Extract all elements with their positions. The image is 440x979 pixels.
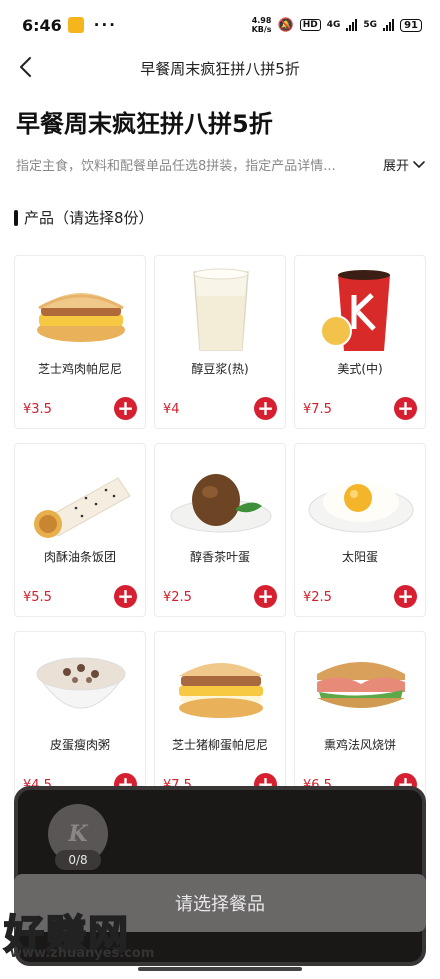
network-4g-label: 4G bbox=[326, 20, 341, 30]
network-5g-label: 5G bbox=[363, 20, 378, 30]
expand-label: 展开 bbox=[382, 159, 409, 174]
watermark-url: www.zhuanyes.com bbox=[10, 946, 155, 961]
status-time: 6:46 bbox=[22, 15, 62, 35]
coffee-cup-icon bbox=[306, 264, 416, 356]
tea-egg-icon bbox=[166, 452, 276, 544]
more-notifications-icon: ··· bbox=[93, 16, 117, 34]
product-price: ¥5.5 bbox=[23, 590, 52, 605]
product-name: 美式(中) bbox=[337, 362, 383, 376]
product-name: 醇香茶叶蛋 bbox=[189, 550, 250, 564]
add-button[interactable]: + bbox=[254, 397, 277, 420]
product-card[interactable]: 太阳蛋 ¥2.5 + bbox=[294, 443, 426, 617]
fried-egg-icon bbox=[306, 452, 416, 544]
product-card[interactable]: 芝士鸡肉帕尼尼 ¥3.5 + bbox=[14, 255, 146, 429]
product-name: 太阳蛋 bbox=[341, 550, 378, 564]
soy-milk-icon bbox=[166, 264, 276, 356]
add-button[interactable]: + bbox=[114, 585, 137, 608]
product-name: 芝士鸡肉帕尼尼 bbox=[37, 362, 122, 376]
home-indicator[interactable] bbox=[138, 967, 302, 971]
product-price: ¥2.5 bbox=[163, 590, 192, 605]
product-card[interactable]: 醇豆浆(热) ¥4 + bbox=[154, 255, 286, 429]
product-price: ¥3.5 bbox=[23, 402, 52, 417]
page-title: 早餐周末疯狂拼八拼5折 bbox=[16, 110, 273, 138]
product-card[interactable]: 肉酥油条饭团 ¥5.5 + bbox=[14, 443, 146, 617]
product-name: 肉酥油条饭团 bbox=[43, 550, 116, 564]
product-grid: 芝士鸡肉帕尼尼 ¥3.5 + 醇豆浆(热) ¥4 + 美式(中) ¥7.5 + bbox=[14, 255, 426, 805]
add-button[interactable]: + bbox=[114, 397, 137, 420]
back-arrow-icon[interactable] bbox=[14, 54, 40, 80]
panini-icon bbox=[26, 264, 136, 356]
cart-count-badge: 0/8 bbox=[55, 850, 101, 870]
signal-icon bbox=[383, 19, 395, 31]
product-card[interactable]: 皮蛋瘦肉粥 ¥4.5 + bbox=[14, 631, 146, 805]
product-name: 醇豆浆(热) bbox=[191, 362, 249, 376]
chevron-down-icon bbox=[413, 160, 425, 168]
section-title: 产品（请选择8份） bbox=[24, 209, 154, 227]
description-row: 指定主食，饮料和配餐单品任选8拼装，指定产品详情... 展开 bbox=[16, 155, 426, 174]
cart-logo-letter: K bbox=[68, 821, 88, 847]
product-card[interactable]: 醇香茶叶蛋 ¥2.5 + bbox=[154, 443, 286, 617]
battery-icon: 91 bbox=[400, 18, 422, 32]
product-price: ¥2.5 bbox=[303, 590, 332, 605]
mute-bell-icon: 🔕 bbox=[277, 17, 294, 33]
nav-title: 早餐周末疯狂拼八拼5折 bbox=[140, 59, 300, 78]
pork-panini-icon bbox=[166, 640, 276, 732]
add-button[interactable]: + bbox=[254, 585, 277, 608]
product-price: ¥7.5 bbox=[303, 402, 332, 417]
signal-icon bbox=[346, 19, 358, 31]
hd-badge: HD bbox=[299, 19, 321, 31]
nav-bar: 早餐周末疯狂拼八拼5折 bbox=[0, 48, 440, 88]
description-text: 指定主食，饮料和配餐单品任选8拼装，指定产品详情... bbox=[16, 159, 336, 174]
section-marker bbox=[14, 209, 18, 226]
porridge-icon bbox=[26, 640, 136, 732]
status-bar: 6:46 ··· 4.98 KB/s 🔕 HD 4G 5G 91 bbox=[0, 0, 440, 50]
chicken-flatbread-icon bbox=[306, 640, 416, 732]
expand-button[interactable]: 展开 bbox=[383, 155, 426, 174]
product-card[interactable]: 熏鸡法风烧饼 ¥6.5 + bbox=[294, 631, 426, 805]
rice-roll-icon bbox=[26, 452, 136, 544]
section-heading: 产品（请选择8份） bbox=[14, 207, 154, 228]
product-card[interactable]: 芝士猪柳蛋帕尼尼 ¥7.5 + bbox=[154, 631, 286, 805]
notification-app-icon bbox=[67, 17, 84, 33]
add-button[interactable]: + bbox=[394, 585, 417, 608]
add-button[interactable]: + bbox=[394, 397, 417, 420]
product-price: ¥4 bbox=[163, 402, 180, 417]
product-name: 芝士猪柳蛋帕尼尼 bbox=[171, 738, 268, 752]
product-name: 皮蛋瘦肉粥 bbox=[49, 738, 110, 752]
product-name: 熏鸡法风烧饼 bbox=[323, 738, 396, 752]
network-speed: 4.98 KB/s bbox=[251, 16, 272, 34]
product-card[interactable]: 美式(中) ¥7.5 + bbox=[294, 255, 426, 429]
